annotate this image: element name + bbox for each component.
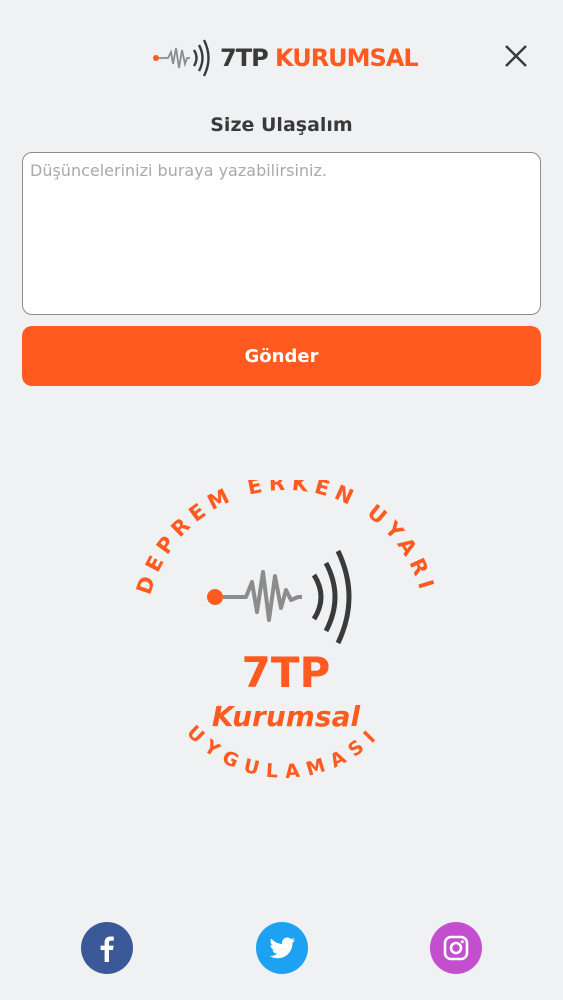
send-button[interactable]: Gönder (22, 326, 541, 386)
emblem-main-text: 7TP (242, 648, 331, 697)
instagram-icon (443, 935, 469, 961)
section-title: Size Ulaşalım (210, 114, 353, 136)
brand-suffix: KURUMSAL (275, 44, 419, 72)
brand-name: 7TP KURUMSAL (220, 38, 419, 78)
brand-prefix: 7TP (220, 44, 269, 72)
close-button[interactable] (498, 38, 534, 74)
brand-logo: 7TP KURUMSAL (152, 38, 419, 78)
app-emblem: DEPREM ERKEN UYARI 7TP Kurumsal UYGULAMA… (132, 480, 440, 783)
close-icon (505, 45, 527, 67)
twitter-icon (269, 937, 296, 959)
facebook-button[interactable] (81, 922, 133, 974)
facebook-icon (100, 936, 114, 962)
emblem-sub-text: Kurumsal (212, 700, 361, 733)
instagram-button[interactable] (430, 922, 482, 974)
seismic-wave-icon (153, 39, 210, 77)
message-input[interactable] (22, 152, 541, 315)
twitter-button[interactable] (256, 922, 308, 974)
emblem-wave-icon (207, 549, 352, 645)
app-header: 7TP KURUMSAL (0, 0, 563, 110)
emblem-top-text: DEPREM ERKEN UYARI (132, 480, 440, 597)
